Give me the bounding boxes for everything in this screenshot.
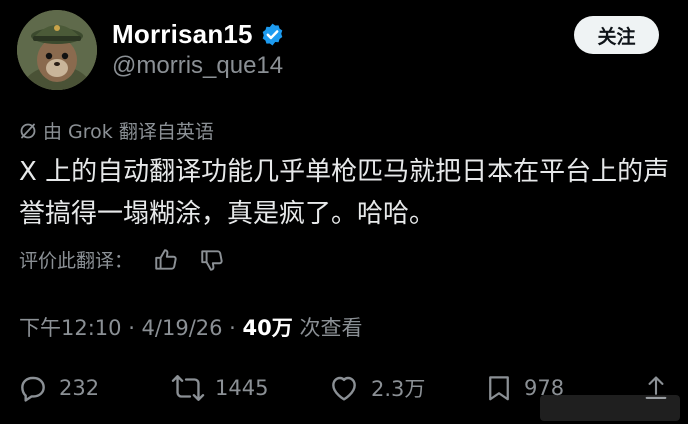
bookmark-icon bbox=[489, 376, 509, 401]
tweet-timestamp[interactable]: 下午12:10 · 4/19/26 · bbox=[19, 316, 243, 340]
author-display-name[interactable]: Morrisan15 bbox=[112, 19, 253, 50]
reply-count: 232 bbox=[59, 376, 100, 400]
follow-button[interactable]: 关注 bbox=[574, 16, 659, 54]
heart-icon bbox=[332, 376, 356, 401]
translation-notice-text: 由 Grok 翻译自英语 bbox=[43, 121, 214, 143]
author-name-row: Morrisan15 bbox=[112, 18, 285, 50]
repost-icon bbox=[171, 375, 205, 401]
reply-icon bbox=[21, 376, 45, 402]
thumbs-down-icon[interactable] bbox=[199, 247, 225, 273]
repost-count: 1445 bbox=[215, 376, 269, 400]
repost-button[interactable]: 1445 bbox=[171, 368, 268, 408]
rate-translation-row: 评价此翻译： bbox=[19, 246, 225, 273]
verified-badge-icon bbox=[262, 23, 283, 45]
reply-button[interactable]: 232 bbox=[17, 368, 99, 408]
watermark-overlay bbox=[540, 395, 680, 421]
tweet-text: X 上的自动翻译功能几乎单枪匹马就把日本在平台上的声誉搞得一塌糊涂，真是疯了。哈… bbox=[19, 157, 670, 229]
translation-notice[interactable]: 由 Grok 翻译自英语 bbox=[19, 117, 214, 144]
author-avatar[interactable] bbox=[17, 10, 97, 90]
views-label: 次查看 bbox=[292, 316, 363, 340]
thumbs-up-icon[interactable] bbox=[153, 247, 179, 273]
like-button[interactable]: 2.3万 bbox=[327, 368, 425, 408]
rate-translation-label: 评价此翻译： bbox=[19, 250, 134, 272]
tweet-meta: 下午12:10 · 4/19/26 · 40万 次查看 bbox=[19, 312, 362, 342]
military-marmot-avatar-icon bbox=[17, 10, 97, 90]
grok-icon bbox=[20, 123, 36, 138]
like-count: 2.3万 bbox=[371, 377, 426, 401]
views-count: 40万 bbox=[242, 316, 293, 340]
author-handle[interactable]: @morris_que14 bbox=[112, 52, 283, 80]
